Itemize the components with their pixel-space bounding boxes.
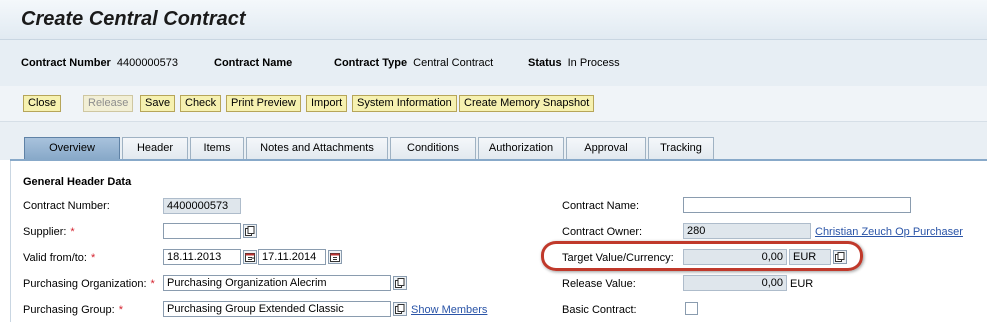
target-value-field: 0,00 — [683, 249, 787, 265]
info-status: Status In Process — [528, 57, 620, 69]
info-contract-type-label: Contract Type — [334, 57, 408, 69]
info-contract-name-label: Contract Name — [214, 57, 293, 69]
tab-items[interactable]: Items — [190, 137, 244, 159]
calendar-icon[interactable] — [328, 250, 342, 264]
valid-from-input[interactable]: 18.11.2013 — [163, 249, 241, 265]
info-contract-type-value: Central Contract — [413, 57, 494, 69]
page-title: Create Central Contract — [21, 8, 246, 30]
contract-owner-label: Contract Owner: — [562, 226, 643, 238]
title-bar: Create Central Contract — [0, 0, 987, 40]
supplier-input[interactable] — [163, 223, 241, 239]
create-memory-snapshot-button[interactable]: Create Memory Snapshot — [459, 95, 595, 112]
tab-authorization[interactable]: Authorization — [478, 137, 564, 159]
target-currency-field: EUR — [789, 249, 831, 265]
tab-conditions[interactable]: Conditions — [390, 137, 476, 159]
close-button[interactable]: Close — [23, 95, 62, 112]
basic-contract-label: Basic Contract: — [562, 304, 637, 316]
show-members-link[interactable]: Show Members — [411, 304, 487, 316]
value-help-icon[interactable] — [393, 302, 407, 316]
import-button[interactable]: Import — [306, 95, 348, 112]
tab-overview[interactable]: Overview — [24, 137, 120, 159]
info-contract-type: Contract Type Central Contract — [334, 57, 493, 69]
purchasing-group-label-text: Purchasing Group: — [23, 304, 115, 316]
content-panel — [10, 161, 987, 322]
tab-notes-and-attachments[interactable]: Notes and Attachments — [246, 137, 388, 159]
valid-to-input[interactable]: 17.11.2014 — [258, 249, 326, 265]
required-marker: * — [150, 278, 155, 290]
system-information-button[interactable]: System Information — [352, 95, 457, 112]
info-contract-number-value: 4400000573 — [116, 57, 179, 69]
save-button[interactable]: Save — [140, 95, 176, 112]
release-value-field: 0,00 — [683, 275, 787, 291]
release-button[interactable]: Release — [83, 95, 134, 112]
supplier-label-text: Supplier: — [23, 226, 67, 238]
purchasing-organization-input[interactable]: Purchasing Organization Alecrim — [163, 275, 391, 291]
purchasing-organization-label-text: Purchasing Organization: — [23, 278, 147, 290]
purchasing-group-input[interactable]: Purchasing Group Extended Classic — [163, 301, 391, 317]
contract-number-field: 4400000573 — [163, 198, 241, 214]
release-currency: EUR — [790, 278, 814, 290]
required-marker: * — [91, 252, 96, 264]
check-button[interactable]: Check — [180, 95, 222, 112]
info-contract-name: Contract Name — [214, 57, 298, 69]
valid-label-text: Valid from/to: — [23, 252, 87, 264]
contract-name-label: Contract Name: — [562, 200, 640, 212]
supplier-label: Supplier: * — [23, 226, 75, 238]
purchasing-group-label: Purchasing Group: * — [23, 304, 123, 316]
info-contract-number: Contract Number 4400000573 — [21, 57, 178, 69]
required-marker: * — [70, 226, 75, 238]
valid-separator: - — [251, 252, 255, 264]
basic-contract-checkbox[interactable] — [685, 302, 698, 315]
value-help-icon[interactable] — [393, 276, 407, 290]
tab-header[interactable]: Header — [122, 137, 188, 159]
info-status-label: Status — [528, 57, 562, 69]
value-help-icon[interactable] — [243, 224, 257, 238]
value-help-icon[interactable] — [833, 250, 847, 264]
release-value-label: Release Value: — [562, 278, 636, 290]
info-status-value: In Process — [567, 57, 620, 69]
tab-tracking[interactable]: Tracking — [648, 137, 714, 159]
print-preview-button[interactable]: Print Preview — [226, 95, 301, 112]
valid-label: Valid from/to: * — [23, 252, 95, 264]
contract-owner-link[interactable]: Christian Zeuch Op Purchaser — [815, 226, 963, 238]
section-title: General Header Data — [23, 176, 132, 188]
target-value-label: Target Value/Currency: — [562, 252, 674, 264]
purchasing-organization-label: Purchasing Organization: * — [23, 278, 155, 290]
tab-approval[interactable]: Approval — [566, 137, 646, 159]
contract-owner-field: 280 — [683, 223, 811, 239]
info-contract-number-label: Contract Number — [21, 57, 111, 69]
contract-name-input[interactable] — [683, 197, 911, 213]
required-marker: * — [118, 304, 123, 316]
contract-number-label: Contract Number: — [23, 200, 110, 212]
